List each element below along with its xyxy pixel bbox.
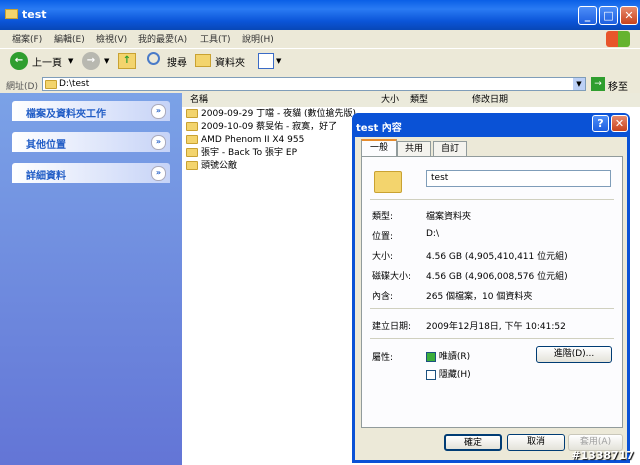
readonly-checkbox[interactable]: 唯讀(R) [426,349,470,362]
tab-panel-general: test 類型: 檔案資料夾 位置: D:\ 大小: 4.56 GB (4,90… [361,156,623,428]
menu-bar: 檔案(F) 編輯(E) 檢視(V) 我的最愛(A) 工具(T) 說明(H) [0,30,640,48]
tab-general[interactable]: 一般 [361,139,397,156]
size-value: 4.56 GB (4,905,410,411 位元組) [426,252,568,262]
disk-size-value: 4.56 GB (4,906,008,576 位元組) [426,272,568,282]
task-other-places[interactable]: 其他位置 » [12,132,170,152]
views-icon[interactable] [258,53,274,69]
search-icon[interactable] [147,52,160,65]
minimize-button[interactable]: _ [578,6,597,25]
folder-icon [186,122,198,131]
address-bar: 網址(D) D:\test ▼ → 移至 [0,75,640,93]
separator [370,199,614,200]
checkbox-icon[interactable] [426,369,436,380]
list-item[interactable]: 2009-10-09 蔡旻佑 - 寂寞，好了 [186,121,337,134]
column-size[interactable]: 大小 [372,93,403,107]
toolbar: ← 上一頁 ▼ → ▼ ↑ 搜尋 資料夾 ▼ [0,48,640,76]
window-title: test [22,8,47,21]
location-label: 位置: [372,232,394,242]
forward-dropdown-icon[interactable]: ▼ [104,57,109,65]
task-details[interactable]: 詳細資料 » [12,163,170,183]
menu-favorites[interactable]: 我的最愛(A) [138,32,187,45]
chevron-down-icon[interactable]: » [151,135,166,150]
contains-value: 265 個檔案，10 個資料夾 [426,292,533,302]
go-button[interactable]: 移至 [608,78,628,93]
chevron-down-icon[interactable]: » [151,104,166,119]
folders-icon[interactable] [195,54,211,67]
menu-file[interactable]: 檔案(F) [12,32,42,45]
hidden-label: 隱藏(H) [438,370,471,380]
folder-icon [186,135,198,144]
checkbox-icon[interactable] [426,351,436,362]
advanced-button[interactable]: 進階(D)... [536,346,612,363]
close-button[interactable]: ✕ [620,6,638,25]
dialog-body: 一般 共用 自訂 test 類型: 檔案資料夾 位置: D:\ 大小: 4.56… [355,137,627,460]
folder-name-input[interactable]: test [426,170,611,187]
size-label: 大小: [372,252,394,262]
folder-icon [186,148,198,157]
location-value: D:\ [426,229,439,239]
cancel-button[interactable]: 取消 [507,434,565,451]
hidden-checkbox[interactable]: 隱藏(H) [426,367,471,380]
column-type[interactable]: 類型 [402,93,465,107]
column-modified[interactable]: 修改日期 [464,93,640,107]
folder-icon [5,9,18,19]
separator [370,338,614,339]
task-label: 檔案及資料夾工作 [26,109,106,120]
ok-button[interactable]: 確定 [444,434,502,451]
chevron-down-icon[interactable]: » [151,166,166,181]
up-folder-icon[interactable]: ↑ [118,53,136,69]
address-input[interactable]: D:\test [42,77,586,91]
tab-sharing[interactable]: 共用 [397,141,431,156]
dialog-title: test 內容 [356,123,402,134]
list-item[interactable]: 2009-09-29 丁噹 - 夜貓 (數位搶先版) [186,108,356,121]
list-item[interactable]: 張宇 - Back To 張宇 EP [186,147,297,160]
list-item[interactable]: 頭號公敵 [186,160,237,173]
maximize-button[interactable]: □ [599,6,618,25]
help-button[interactable]: ? [592,115,609,132]
menu-edit[interactable]: 編輯(E) [54,32,85,45]
address-label: 網址(D) [6,82,38,92]
back-button[interactable]: 上一頁 [32,54,62,69]
views-dropdown-icon[interactable]: ▼ [276,57,281,65]
task-label: 詳細資料 [26,171,66,182]
menu-view[interactable]: 檢視(V) [96,32,127,45]
task-pane: 檔案及資料夾工作 » 其他位置 » 詳細資料 » [0,93,182,465]
attributes-label: 屬性: [372,353,394,363]
watermark: #1338717 [571,449,634,462]
back-dropdown-icon[interactable]: ▼ [68,57,73,65]
windows-logo-icon [606,31,630,47]
go-arrow-icon[interactable]: → [591,77,605,91]
column-name[interactable]: 名稱 [182,93,373,107]
back-arrow-icon[interactable]: ← [10,52,28,70]
forward-arrow-icon[interactable]: → [82,52,100,70]
task-file-folder[interactable]: 檔案及資料夾工作 » [12,101,170,121]
address-value: D:\test [59,79,90,89]
folder-icon [186,161,198,170]
separator [370,308,614,309]
created-value: 2009年12月18日, 下午 10:41:52 [426,322,566,332]
folders-button[interactable]: 資料夾 [215,54,245,69]
folder-icon [186,109,198,118]
type-value: 檔案資料夾 [426,212,472,222]
properties-dialog: test 內容 ? ✕ 一般 共用 自訂 test 類型: 檔案資料夾 位置: … [352,113,630,463]
type-label: 類型: [372,212,394,222]
dialog-close-button[interactable]: ✕ [611,115,628,132]
task-label: 其他位置 [26,140,66,151]
created-label: 建立日期: [372,322,412,332]
large-folder-icon [374,171,402,193]
folder-icon [45,80,57,89]
disk-size-label: 磁碟大小: [372,272,412,282]
title-bar[interactable]: test _ □ ✕ [0,0,640,30]
menu-tools[interactable]: 工具(T) [200,32,231,45]
search-button[interactable]: 搜尋 [167,54,187,69]
readonly-label: 唯讀(R) [438,352,471,362]
contains-label: 內含: [372,292,394,302]
menu-help[interactable]: 說明(H) [242,32,274,45]
tab-customize[interactable]: 自訂 [433,141,467,156]
address-dropdown-icon[interactable]: ▼ [573,78,585,90]
list-item[interactable]: AMD Phenom II X4 955 [186,134,304,147]
